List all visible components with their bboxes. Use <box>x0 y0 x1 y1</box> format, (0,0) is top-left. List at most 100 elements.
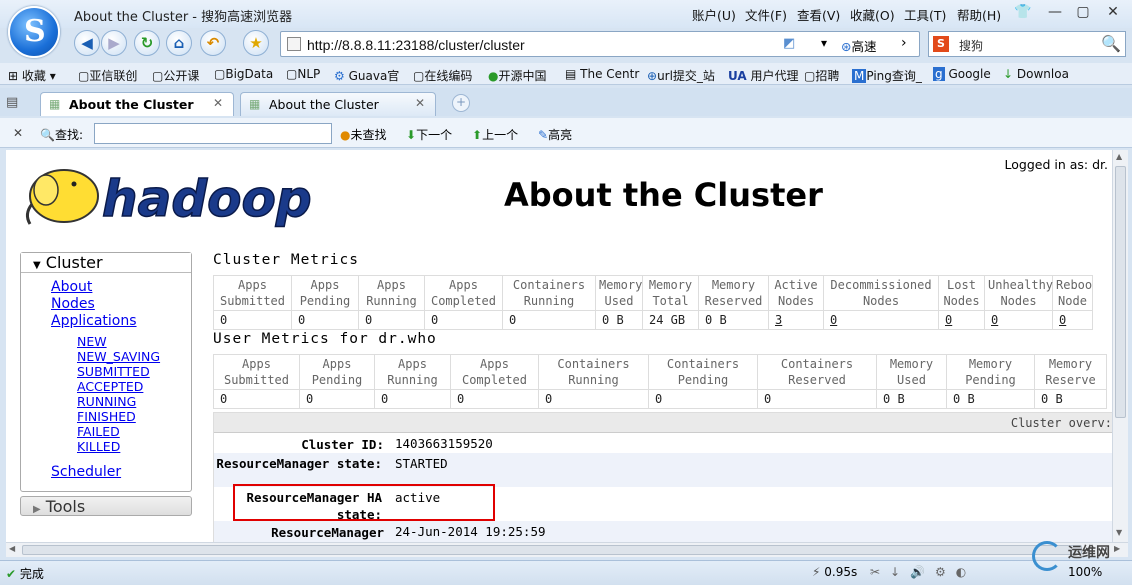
sidebar-toggle-icon[interactable]: ▤ <box>6 95 18 110</box>
close-tab-icon[interactable]: ✕ <box>213 96 223 110</box>
user-metrics-column-header[interactable]: Apps Pending <box>299 354 375 390</box>
menu-view[interactable]: 查看(V) <box>797 5 840 24</box>
skin-icon[interactable]: 👕 <box>1008 2 1038 22</box>
forward-button[interactable]: ▶ <box>101 30 127 56</box>
bookmark-item[interactable]: ●开源中国 <box>488 67 547 84</box>
go-arrow-icon[interactable]: › <box>901 35 907 51</box>
speed-mode-button[interactable]: ⊛高速 <box>841 36 877 55</box>
cluster-metrics-column-header[interactable]: Lost Nodes <box>938 275 985 311</box>
cluster-metrics-column-header[interactable]: Memory Reserved <box>698 275 769 311</box>
bookmark-item[interactable]: M Ping查询_ <box>852 67 922 84</box>
cluster-metrics-column-header[interactable]: Containers Running <box>502 275 596 311</box>
app-state-submitted[interactable]: SUBMITTED <box>77 364 150 379</box>
vertical-scrollbar[interactable]: ▲ ▼ <box>1112 150 1128 542</box>
dropdown-chevron-icon[interactable]: ▾ <box>821 36 827 50</box>
scroll-left-icon[interactable]: ◀ <box>9 544 15 553</box>
cluster-metrics-column-header[interactable]: Memory Total <box>642 275 699 311</box>
cluster-metrics-column-header[interactable]: Active Nodes <box>768 275 824 311</box>
bookmark-item[interactable]: ▤ The Centr <box>565 67 639 81</box>
cluster-metrics-column-header[interactable]: Apps Submitted <box>213 275 292 311</box>
app-state-new-saving[interactable]: NEW_SAVING <box>77 349 160 364</box>
minimize-button[interactable]: — <box>1040 2 1070 22</box>
menu-account[interactable]: 账户(U) <box>692 5 736 24</box>
cluster-metrics-cell[interactable]: 0 <box>823 310 939 330</box>
cluster-metrics-column-header[interactable]: Apps Running <box>358 275 425 311</box>
new-tab-icon[interactable]: + <box>452 94 470 112</box>
browser-logo-icon[interactable]: S <box>8 6 60 58</box>
vertical-scroll-thumb[interactable] <box>1115 166 1126 418</box>
address-input[interactable]: http://8.8.8.11:23188/cluster/cluster <box>307 37 525 53</box>
close-window-button[interactable]: ✕ <box>1098 2 1128 22</box>
user-metrics-column-header[interactable]: Containers Reserved <box>757 354 877 390</box>
app-state-accepted[interactable]: ACCEPTED <box>77 379 143 394</box>
find-input[interactable] <box>94 123 332 144</box>
bookmark-item[interactable]: ▢亚信联创 <box>78 67 137 84</box>
bookmark-favorites[interactable]: ⊞ 收藏 ▾ <box>8 67 56 84</box>
tab-active[interactable]: ▦ About the Cluster ✕ <box>40 92 234 116</box>
find-prev-button[interactable]: ⬆上一个 <box>472 126 518 143</box>
user-metrics-column-header[interactable]: Memory Reserve <box>1034 354 1107 390</box>
cluster-metrics-column-header[interactable]: Memory Used <box>595 275 643 311</box>
scroll-down-icon[interactable]: ▼ <box>1116 528 1122 537</box>
close-find-icon[interactable]: ✕ <box>13 126 23 140</box>
cluster-metrics-column-header[interactable]: Unhealthy Nodes <box>984 275 1053 311</box>
search-placeholder[interactable]: 搜狗 <box>959 37 983 54</box>
cluster-metrics-cell-link[interactable]: 0 <box>945 313 952 327</box>
sidebar-link-nodes[interactable]: Nodes <box>51 296 95 312</box>
app-state-running[interactable]: RUNNING <box>77 394 136 409</box>
bookmark-item[interactable]: ▢招聘 <box>804 67 839 84</box>
find-next-button[interactable]: ⬇下一个 <box>406 126 452 143</box>
cluster-metrics-column-header[interactable]: Apps Pending <box>291 275 359 311</box>
app-state-killed[interactable]: KILLED <box>77 439 120 454</box>
address-bar[interactable]: http://8.8.8.11:23188/cluster/cluster ◩ … <box>280 31 920 57</box>
sidebar-link-about[interactable]: About <box>51 279 92 295</box>
scroll-right-icon[interactable]: ▶ <box>1114 544 1120 553</box>
bookmark-item[interactable]: ⊕url提交_站 <box>647 67 715 84</box>
cluster-metrics-cell-link[interactable]: 0 <box>991 313 998 327</box>
menu-file[interactable]: 文件(F) <box>745 5 787 24</box>
user-metrics-column-header[interactable]: Apps Completed <box>450 354 539 390</box>
bookmark-item[interactable]: ↓ Downloa <box>1003 67 1069 81</box>
scroll-up-icon[interactable]: ▲ <box>1116 152 1122 161</box>
app-state-finished[interactable]: FINISHED <box>77 409 136 424</box>
back-button[interactable]: ◀ <box>74 30 100 56</box>
bookmark-item[interactable]: g Google <box>933 67 991 81</box>
cluster-metrics-cell[interactable]: 0 <box>984 310 1053 330</box>
sidebar-link-applications[interactable]: Applications <box>51 313 137 329</box>
user-metrics-column-header[interactable]: Containers Running <box>538 354 649 390</box>
app-state-failed[interactable]: FAILED <box>77 424 120 439</box>
hadoop-logo[interactable]: hadoop <box>22 164 322 230</box>
maximize-button[interactable]: ▢ <box>1068 2 1098 22</box>
cluster-metrics-column-header[interactable]: Apps Completed <box>424 275 503 311</box>
user-metrics-column-header[interactable]: Memory Used <box>876 354 947 390</box>
tab-inactive[interactable]: ▦ About the Cluster ✕ <box>240 92 436 116</box>
close-tab-icon[interactable]: ✕ <box>415 96 425 110</box>
bookmark-item[interactable]: UA 用户代理 <box>728 67 799 84</box>
highlight-button[interactable]: ✎高亮 <box>538 126 572 143</box>
app-state-new[interactable]: NEW <box>77 334 107 349</box>
favorite-star-icon[interactable]: ★ <box>243 30 269 56</box>
cluster-metrics-cell-link[interactable]: 3 <box>775 313 782 327</box>
cluster-metrics-cell[interactable]: 0 <box>938 310 985 330</box>
cluster-metrics-column-header[interactable]: Decommissioned Nodes <box>823 275 939 311</box>
user-metrics-column-header[interactable]: Memory Pending <box>946 354 1035 390</box>
menu-tools[interactable]: 工具(T) <box>904 5 946 24</box>
bookmark-item[interactable]: ▢在线编码 <box>413 67 472 84</box>
bookmark-item[interactable]: ▢BigData <box>214 67 273 81</box>
cluster-metrics-cell-link[interactable]: 0 <box>830 313 837 327</box>
compat-icon[interactable]: ◩ <box>783 36 795 51</box>
sidebar-tools[interactable]: ▶ Tools <box>20 496 192 516</box>
sidebar-link-scheduler[interactable]: Scheduler <box>51 464 121 480</box>
status-icons[interactable]: ✂↓🔊⚙◐ <box>870 565 976 579</box>
zoom-level[interactable]: 100% <box>1068 565 1102 579</box>
refresh-icon[interactable]: ↻ <box>134 30 160 56</box>
user-metrics-column-header[interactable]: Containers Pending <box>648 354 758 390</box>
search-icon[interactable]: 🔍 <box>1101 34 1121 53</box>
bookmark-item[interactable]: ▢公开课 <box>152 67 199 84</box>
user-metrics-column-header[interactable]: Apps Running <box>374 354 451 390</box>
user-metrics-column-header[interactable]: Apps Submitted <box>213 354 300 390</box>
undo-close-icon[interactable]: ↶ <box>200 30 226 56</box>
horizontal-scrollbar[interactable]: ◀ ▶ <box>6 542 1128 557</box>
cluster-metrics-column-header[interactable]: Reboo Node <box>1052 275 1093 311</box>
menu-help[interactable]: 帮助(H) <box>957 5 1001 24</box>
